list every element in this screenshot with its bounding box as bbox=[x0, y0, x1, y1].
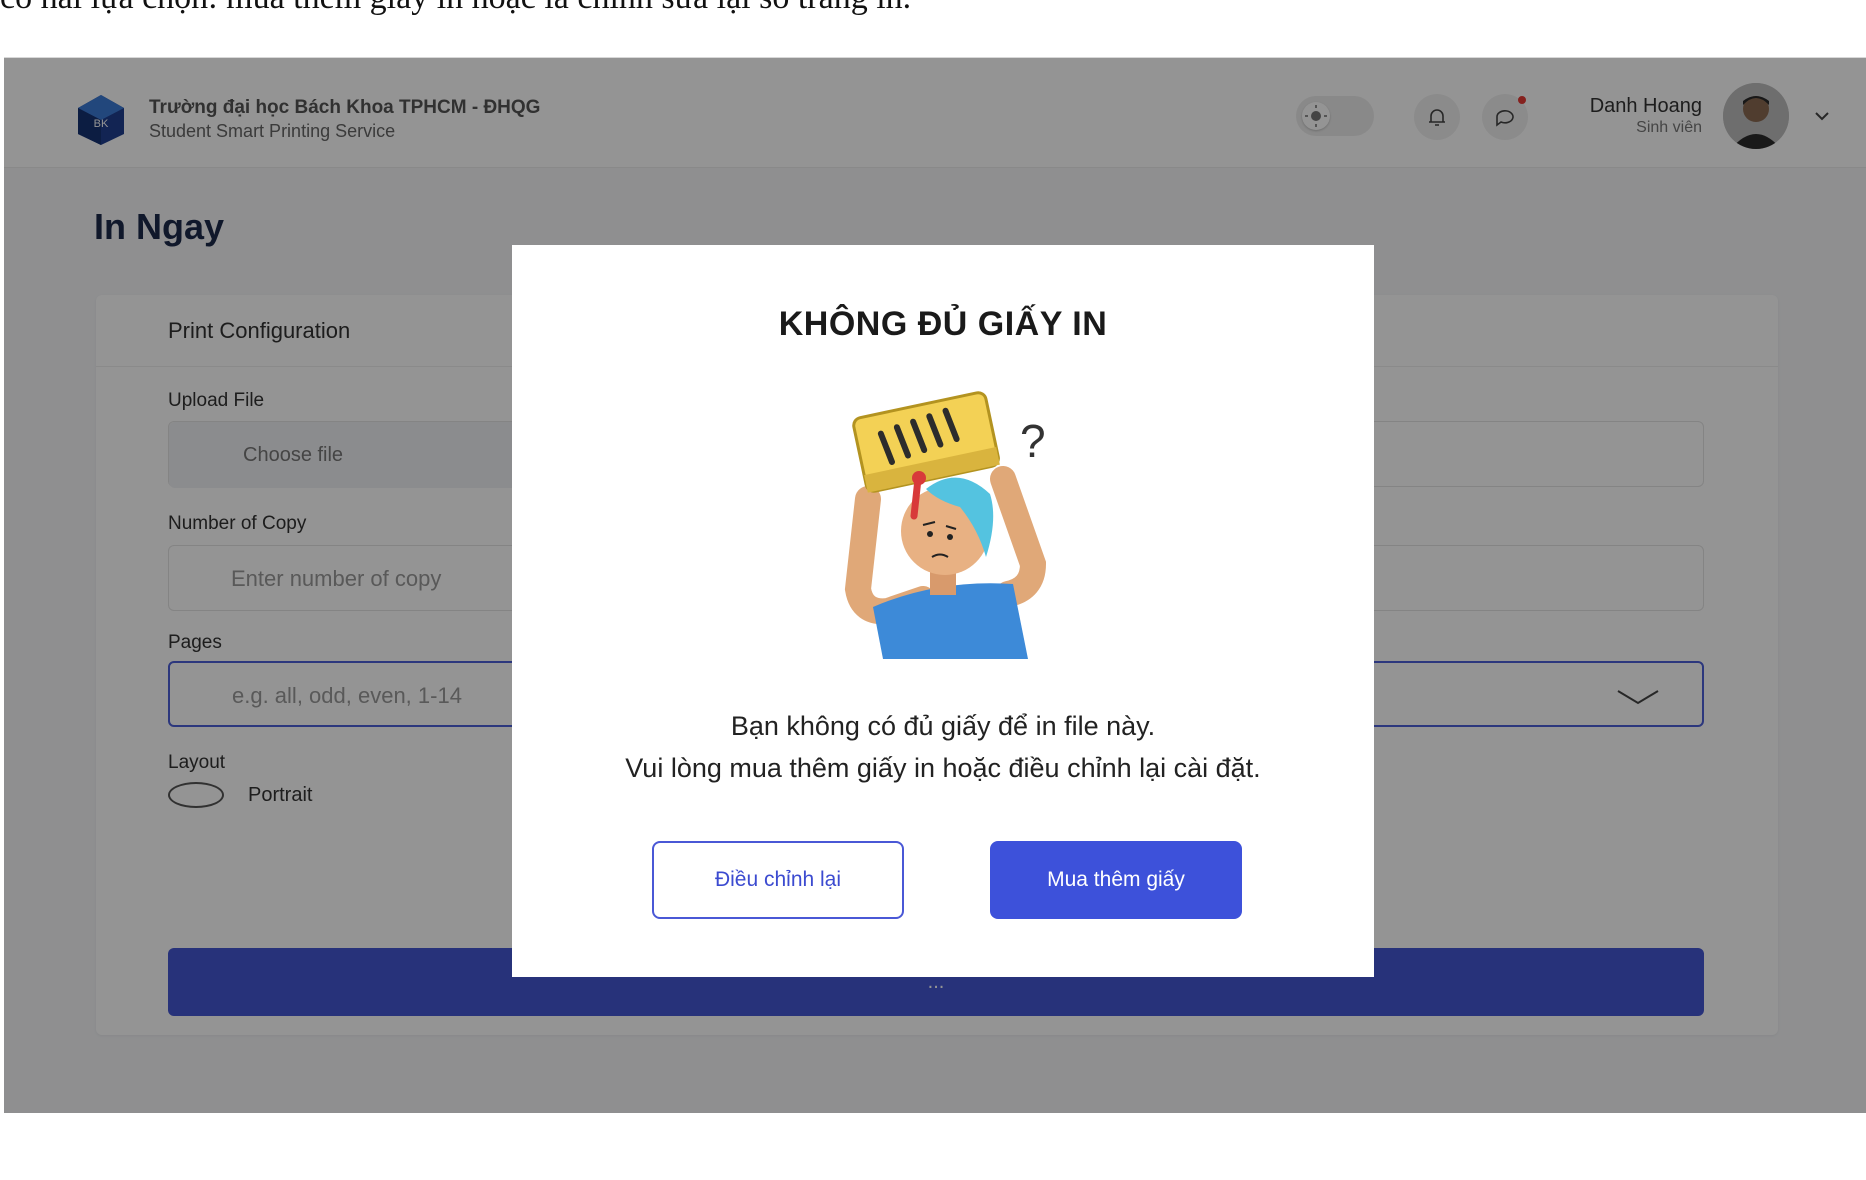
app-window: BK Trường đại học Bách Khoa TPHCM - ĐHQG… bbox=[4, 57, 1866, 1113]
confused-person-illustration: ? bbox=[844, 391, 1047, 659]
dialog-title: KHÔNG ĐỦ GIẤY IN bbox=[778, 305, 1108, 343]
page-caption: có hai lựa chọn: mua thêm giấy in hoặc l… bbox=[0, 0, 1866, 18]
dialog-message-line1: Bạn không có đủ giấy để in file này. bbox=[730, 711, 1156, 741]
dialog-message-line2: Vui lòng mua thêm giấy in hoặc điều chỉn… bbox=[625, 753, 1261, 783]
dialog-message: Bạn không có đủ giấy để in file này. Vui… bbox=[512, 705, 1374, 789]
adjust-settings-button[interactable]: Điều chỉnh lại bbox=[652, 841, 904, 919]
question-mark-icon: ? bbox=[1020, 415, 1046, 467]
buy-paper-button[interactable]: Mua thêm giấy bbox=[990, 841, 1242, 919]
insufficient-paper-dialog: KHÔNG ĐỦ GIẤY IN ? Bạn không có đủ giấy … bbox=[512, 245, 1374, 977]
